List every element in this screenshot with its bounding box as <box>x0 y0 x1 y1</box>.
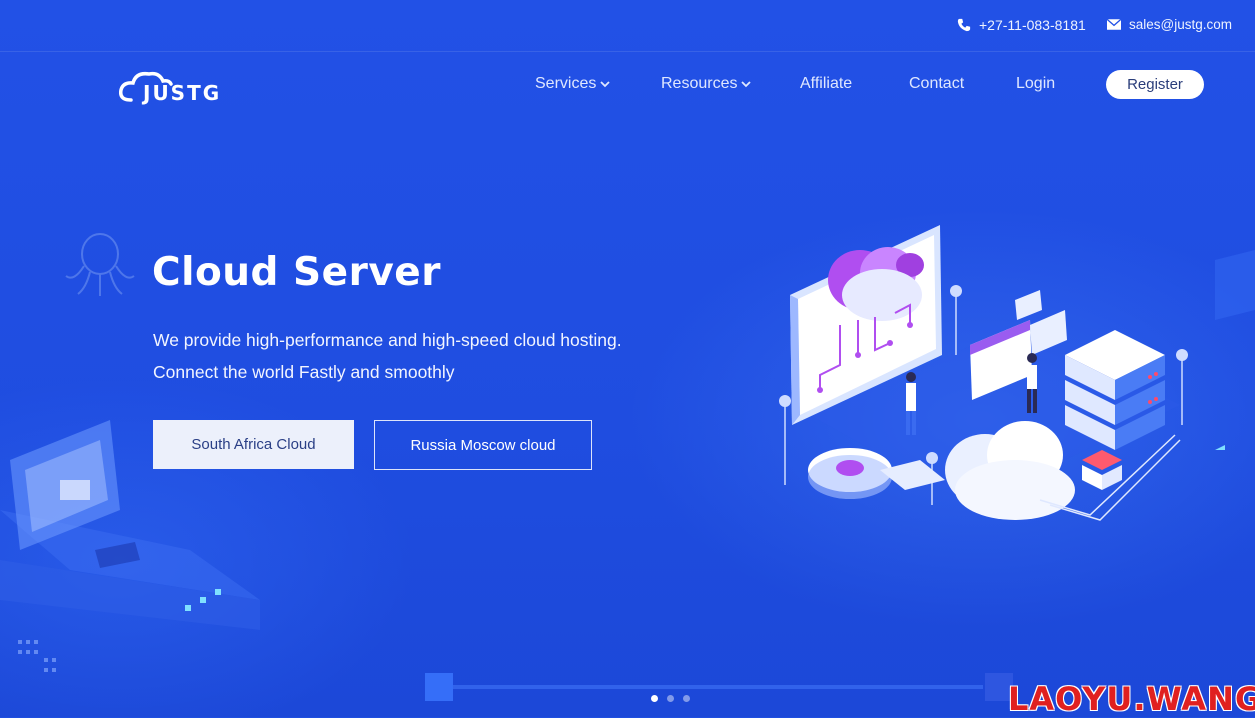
slider-pagination <box>651 695 690 702</box>
hero-description-line-1: We provide high-performance and high-spe… <box>153 330 622 350</box>
nav-contact[interactable]: Contact <box>909 75 964 93</box>
contact-bar: +27-11-083-8181 sales@justg.com <box>0 0 1255 52</box>
nav-contact-label: Contact <box>909 75 965 92</box>
nav-services[interactable]: Services <box>535 75 610 93</box>
slide-dot-3[interactable] <box>683 695 690 702</box>
slide-dot-1[interactable] <box>651 695 658 702</box>
phone-number: +27-11-083-8181 <box>979 17 1086 33</box>
nav-services-label: Services <box>535 75 597 92</box>
server-rack-decoration <box>1215 250 1255 450</box>
slider-track-decoration <box>425 673 1013 701</box>
justg-logo[interactable]: JUSTG <box>119 64 239 106</box>
logo-text: JUSTG <box>141 81 221 105</box>
phone-icon <box>957 18 971 32</box>
russia-moscow-cloud-button[interactable]: Russia Moscow cloud <box>374 420 592 470</box>
nav-login[interactable]: Login <box>1016 75 1055 93</box>
nav-affiliate-label: Affiliate <box>800 75 853 92</box>
octopus-icon <box>65 233 135 296</box>
phone-contact[interactable]: +27-11-083-8181 <box>957 17 1086 33</box>
register-button[interactable]: Register <box>1106 70 1204 99</box>
cloud-server-illustration <box>779 225 1188 521</box>
nav-affiliate[interactable]: Affiliate <box>800 75 852 93</box>
nav-login-label: Login <box>1016 75 1056 92</box>
nav-resources[interactable]: Resources <box>661 75 752 93</box>
main-navigation: JUSTG Services Resources Affiliate Conta… <box>0 52 1255 122</box>
chevron-down-icon <box>600 80 610 87</box>
chevron-down-icon <box>741 80 752 87</box>
hero-title: Cloud Server <box>152 250 441 295</box>
email-contact[interactable]: sales@justg.com <box>1107 17 1232 32</box>
watermark-text: LAOYU.WANG <box>1008 680 1255 718</box>
nav-resources-label: Resources <box>661 75 738 92</box>
envelope-icon <box>1107 19 1121 30</box>
hero-description-line-2: Connect the world Fastly and smoothly <box>153 362 455 382</box>
slide-dot-2[interactable] <box>667 695 674 702</box>
south-africa-cloud-button[interactable]: South Africa Cloud <box>153 420 354 469</box>
email-address: sales@justg.com <box>1129 17 1232 32</box>
